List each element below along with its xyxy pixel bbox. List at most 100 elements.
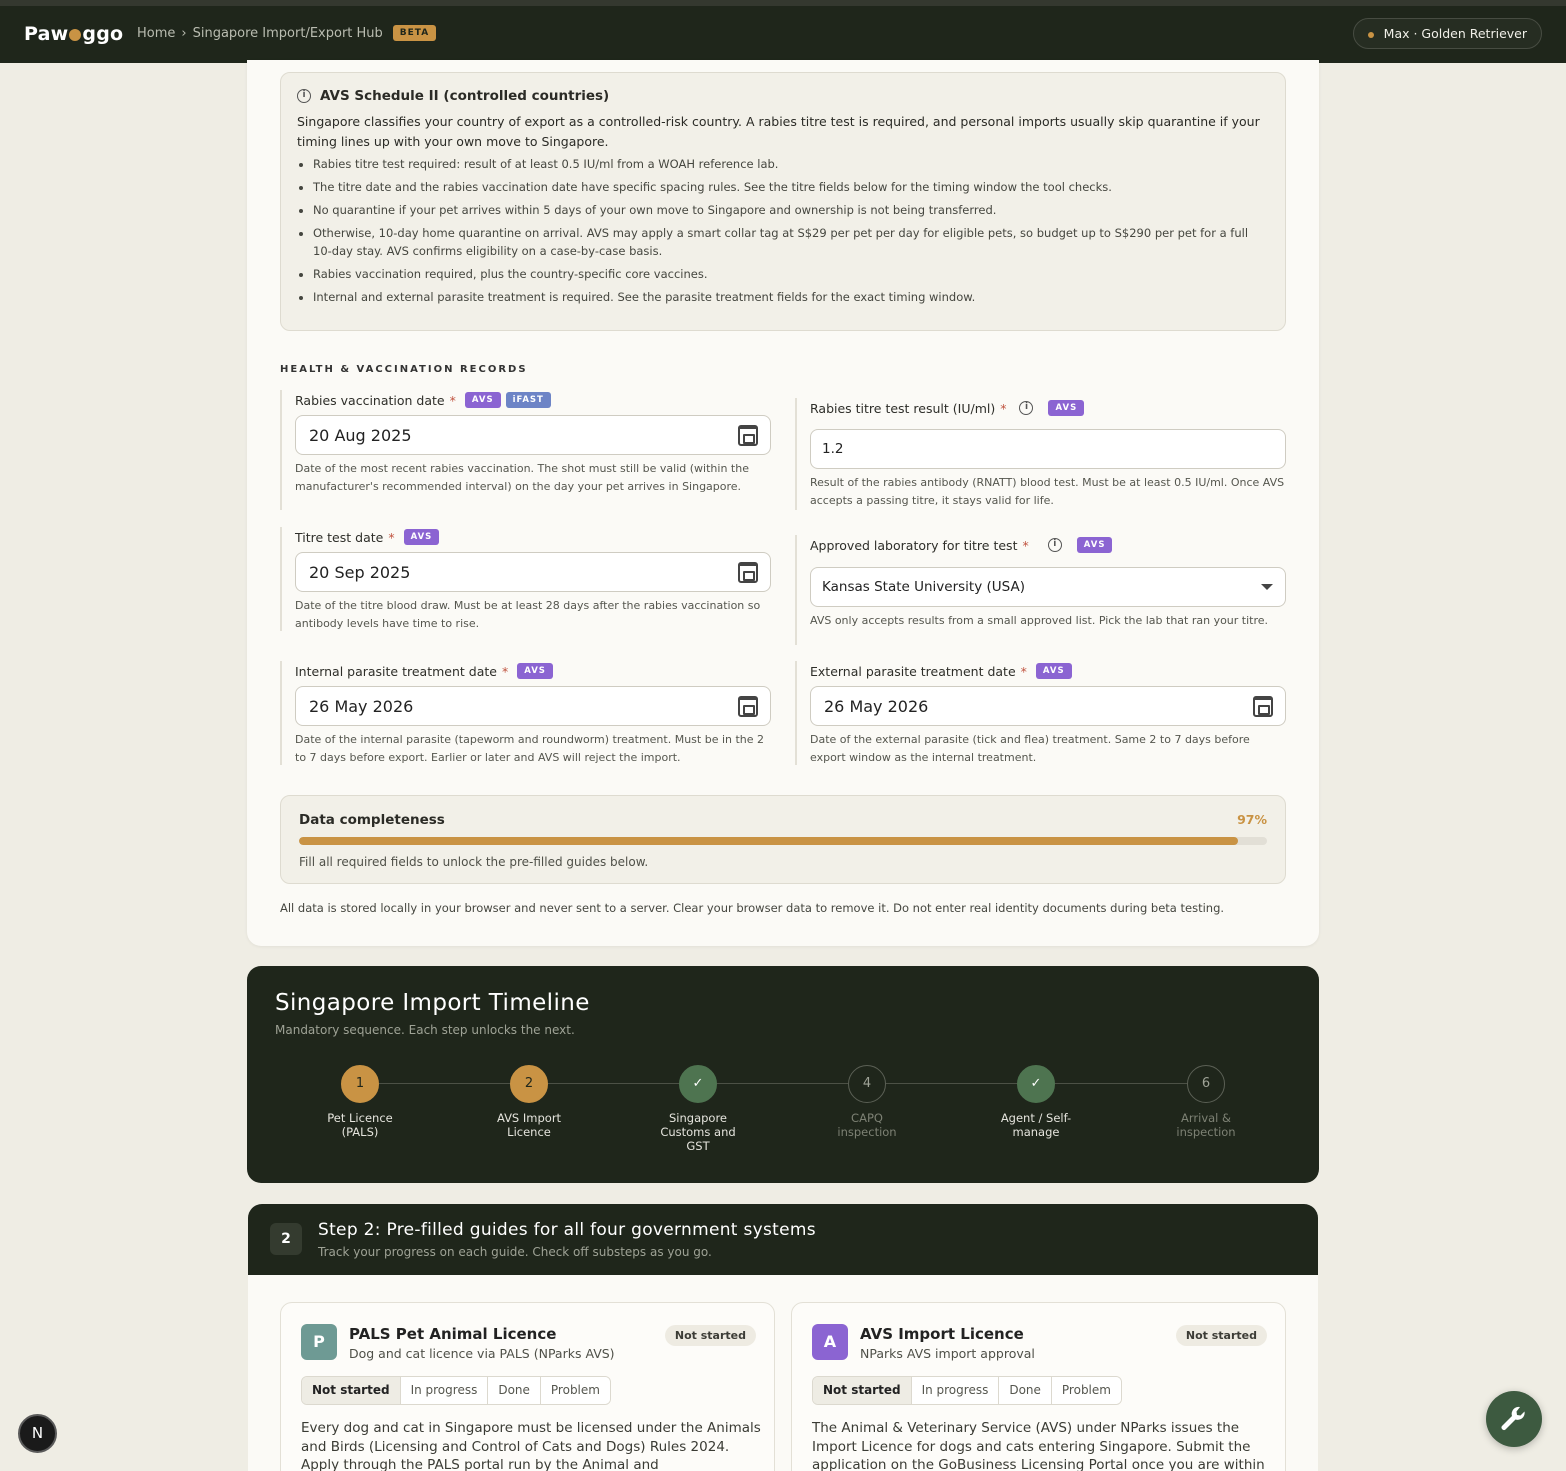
titre-result-field: Rabies titre test result (IU/ml) * i AVS 1.… — [795, 398, 1286, 510]
wrench-icon — [1501, 1406, 1525, 1430]
step-marker: 4 — [848, 1065, 886, 1103]
tools-button[interactable] — [1486, 1391, 1542, 1447]
completeness-label: Data completeness — [299, 812, 445, 828]
segment-problem[interactable]: Problem — [540, 1377, 610, 1404]
external-parasite-field: External parasite treatment date * AVS 26 … — [795, 661, 1286, 765]
privacy-note: All data is stored locally in your brows… — [280, 901, 1225, 915]
list-item: No quarantine if your pet arrives within… — [313, 202, 1269, 220]
guide-title: AVS Import Licence — [860, 1325, 1024, 1343]
segment-not-started[interactable]: Not started — [302, 1377, 401, 1404]
guide-subtitle: NParks AVS import approval — [860, 1346, 1035, 1361]
timeline-title: Singapore Import Timeline — [275, 990, 590, 1016]
status-toggle: Not started In progress Done Problem — [301, 1376, 611, 1405]
segment-done[interactable]: Done — [488, 1377, 541, 1404]
titre-date-input[interactable]: 20 Sep 2025 — [295, 552, 771, 592]
field-label: Rabies vaccination date — [295, 392, 445, 408]
segment-in-progress[interactable]: In progress — [911, 1377, 1000, 1404]
required-marker: * — [1000, 400, 1007, 416]
form-card: i AVS Schedule II (controlled countries) … — [247, 60, 1319, 946]
info-icon: i — [297, 89, 311, 103]
field-label: Internal parasite treatment date — [295, 663, 497, 679]
guide-card-pals: P PALS Pet Animal Licence Dog and cat li… — [280, 1302, 775, 1471]
required-marker: * — [501, 663, 509, 679]
avs-tag: AVS — [1035, 663, 1072, 679]
info-intro: Singapore classifies your country of exp… — [297, 114, 1260, 149]
rabies-date-input[interactable]: 20 Aug 2025 — [295, 415, 771, 455]
timeline-step-capq[interactable]: 4 CAPQ inspection — [812, 1065, 922, 1139]
timeline-step-pals[interactable]: 1 Pet Licence (PALS) — [305, 1065, 415, 1139]
breadcrumb-separator: › — [181, 25, 187, 41]
segment-in-progress[interactable]: In progress — [400, 1377, 489, 1404]
list-item: Otherwise, 10-day home quarantine on arr… — [313, 225, 1269, 260]
internal-parasite-field: Internal parasite treatment date * AVS 26 … — [280, 661, 771, 765]
timeline-step-customs[interactable]: ✓ Singapore Customs and GST — [643, 1065, 753, 1153]
rabies-date-field: Rabies vaccination date * AVS iFAST 20 Aug … — [280, 390, 771, 510]
lab-field: Approved laboratory for titre test * i AVS … — [795, 535, 1286, 645]
field-help: Date of the most recent rabies vaccinati… — [295, 462, 749, 493]
guide-title: PALS Pet Animal Licence — [349, 1325, 557, 1343]
logo[interactable]: Paw ggo — [24, 23, 123, 45]
calendar-icon[interactable] — [1253, 695, 1273, 717]
completeness-note: Fill all required fields to unlock the p… — [299, 855, 649, 869]
avs-icon: A — [812, 1324, 848, 1360]
internal-parasite-input[interactable]: 26 May 2026 — [295, 686, 771, 726]
step-marker: 2 — [510, 1065, 548, 1103]
info-bullets: Rabies titre test required: result of at… — [313, 156, 1269, 306]
step2-subtitle: Track your progress on each guide. Check… — [318, 1245, 712, 1259]
calendar-icon[interactable] — [738, 424, 758, 446]
status-badge: Not started — [1175, 1325, 1267, 1346]
avs-tag: AVS — [1048, 400, 1085, 416]
required-marker: * — [388, 529, 395, 545]
check-icon: ✓ — [1017, 1065, 1055, 1103]
titre-result-input[interactable]: 1.2 — [810, 429, 1286, 469]
breadcrumb-home[interactable]: Home — [137, 26, 175, 41]
ifast-tag: iFAST — [505, 392, 551, 408]
required-marker: * — [449, 392, 456, 408]
step2-section: 2 Step 2: Pre-filled guides for all four… — [248, 1204, 1318, 1471]
avs-tag: AVS — [464, 392, 501, 408]
field-help: Result of the rabies antibody (RNATT) bl… — [810, 476, 1285, 507]
field-label: Titre test date — [295, 529, 384, 545]
info-icon[interactable]: i — [1047, 538, 1062, 552]
info-icon[interactable]: i — [1019, 401, 1034, 415]
beta-badge: BETA — [392, 25, 437, 41]
field-label: Approved laboratory for titre test — [810, 537, 1018, 553]
avs-tag: AVS — [517, 663, 553, 679]
breadcrumb: Home › Singapore Import/Export Hub BETA — [137, 25, 437, 41]
schedule-info-box: i AVS Schedule II (controlled countries) … — [280, 72, 1286, 331]
segment-not-started[interactable]: Not started — [813, 1377, 912, 1404]
step-label: Pet Licence (PALS) — [327, 1111, 393, 1139]
timeline-step-arrival[interactable]: 6 Arrival & inspection — [1151, 1065, 1261, 1139]
step-number: 2 — [270, 1223, 302, 1255]
lab-select[interactable]: Kansas State University (USA) — [810, 567, 1286, 607]
list-item: Rabies vaccination required, plus the co… — [313, 266, 1269, 284]
import-timeline: Singapore Import Timeline Mandatory sequ… — [247, 966, 1319, 1183]
segment-done[interactable]: Done — [999, 1377, 1052, 1404]
guide-subtitle: Dog and cat licence via PALS (NParks AVS… — [349, 1346, 615, 1361]
field-help: AVS only accepts results from a small ap… — [810, 614, 1269, 627]
timeline-step-avs[interactable]: 2 AVS Import Licence — [474, 1065, 584, 1139]
timeline-step-agent[interactable]: ✓ Agent / Self-manage — [981, 1065, 1091, 1139]
field-help: Date of the titre blood draw. Must be at… — [295, 599, 761, 630]
segment-problem[interactable]: Problem — [1051, 1377, 1121, 1404]
chevron-down-icon[interactable] — [1261, 584, 1273, 590]
external-parasite-input[interactable]: 26 May 2026 — [810, 686, 1286, 726]
step-label: CAPQ inspection — [837, 1111, 897, 1139]
step-label: Arrival & inspection — [1176, 1111, 1236, 1139]
section-title: HEALTH & VACCINATION RECORDS — [280, 364, 528, 375]
field-help: Date of the internal parasite (tapeworm … — [295, 733, 765, 764]
field-label: External parasite treatment date — [810, 663, 1016, 679]
calendar-icon[interactable] — [738, 695, 758, 717]
framework-badge[interactable]: N — [18, 1414, 57, 1453]
titre-date-field: Titre test date * AVS 20 Sep 2025 Date of … — [280, 527, 771, 631]
guide-description: The Animal & Veterinary Service (AVS) un… — [812, 1420, 1265, 1471]
calendar-icon[interactable] — [738, 561, 758, 583]
timeline-subtitle: Mandatory sequence. Each step unlocks th… — [275, 1023, 575, 1037]
avs-tag: AVS — [1076, 537, 1113, 553]
step-label: Singapore Customs and GST — [660, 1111, 736, 1153]
list-item: The titre date and the rabies vaccinatio… — [313, 179, 1269, 197]
check-icon: ✓ — [679, 1065, 717, 1103]
pet-selector[interactable]: Max · Golden Retriever — [1352, 18, 1542, 49]
required-marker: * — [1020, 663, 1027, 679]
breadcrumb-current: Singapore Import/Export Hub — [192, 25, 383, 41]
